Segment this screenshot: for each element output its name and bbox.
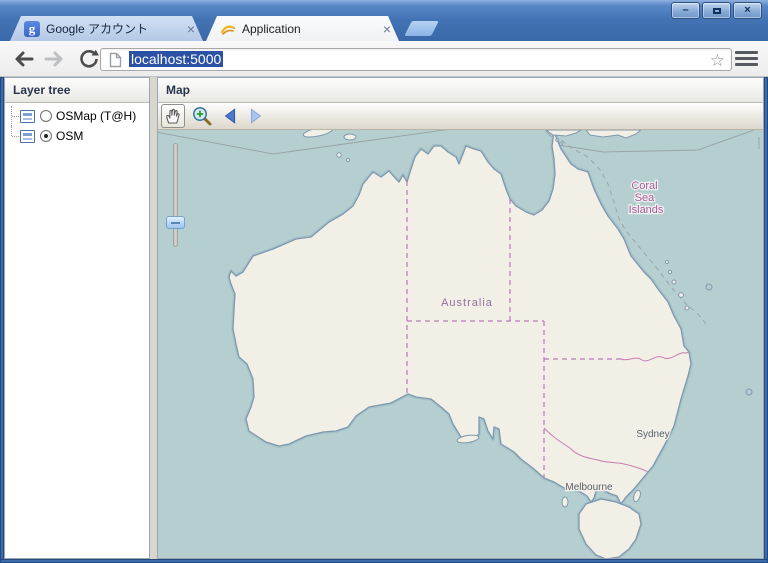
magnifier-plus-icon bbox=[191, 105, 213, 127]
map-title: Map bbox=[166, 83, 190, 97]
layer-tree-header: Layer tree bbox=[5, 78, 149, 103]
tree-elbow bbox=[5, 106, 20, 126]
pan-tool-button[interactable] bbox=[161, 104, 185, 128]
tab-close-icon[interactable]: × bbox=[187, 22, 195, 36]
menu-icon[interactable] bbox=[735, 51, 758, 67]
bookmark-star-icon[interactable]: ☆ bbox=[710, 49, 725, 72]
map-history-back-button[interactable] bbox=[219, 104, 243, 128]
tabs: g Google アカウント × Application × bbox=[10, 16, 402, 41]
window-border-bottom bbox=[0, 559, 768, 563]
minimize-button[interactable]: – bbox=[671, 2, 700, 19]
close-button[interactable]: × bbox=[733, 2, 762, 19]
radio-osm[interactable] bbox=[40, 130, 52, 142]
forward-icon[interactable] bbox=[42, 48, 68, 70]
radio-osmap[interactable] bbox=[40, 110, 52, 122]
map-canvas[interactable]: Australia Coral Sea Islands Sydney Melbo… bbox=[158, 130, 763, 558]
url-text[interactable]: localhost:5000 bbox=[129, 51, 223, 67]
maximize-button[interactable] bbox=[702, 2, 731, 19]
tab-title: Application bbox=[242, 22, 377, 36]
page-icon bbox=[109, 52, 122, 73]
zoom-in-tool-button[interactable] bbox=[190, 104, 214, 128]
browser-toolbar: localhost:5000 ☆ bbox=[0, 41, 768, 77]
map-header: Map bbox=[158, 78, 763, 103]
tab-strip: – × g Google アカウント × Application × bbox=[0, 0, 768, 41]
map-panel: Map bbox=[157, 77, 764, 559]
tab-close-icon[interactable]: × bbox=[383, 22, 391, 36]
layer-item-osmap[interactable]: OSMap (T@H) bbox=[5, 106, 149, 126]
back-icon[interactable] bbox=[10, 48, 36, 70]
reload-icon[interactable] bbox=[76, 48, 102, 70]
hand-icon bbox=[164, 107, 182, 125]
layer-tree-panel: Layer tree OSMap (T@H) OSM bbox=[4, 77, 150, 559]
zoom-slider-thumb[interactable] bbox=[166, 216, 185, 229]
country-label: Australia bbox=[441, 297, 493, 309]
tab-title: Google アカウント bbox=[46, 20, 181, 37]
map-toolbar bbox=[158, 103, 763, 130]
layer-tree-title: Layer tree bbox=[13, 83, 70, 97]
window-controls: – × bbox=[669, 2, 762, 19]
layer-item-osm[interactable]: OSM bbox=[5, 126, 149, 146]
tab-application[interactable]: Application × bbox=[206, 16, 399, 41]
google-g-icon: g bbox=[24, 21, 40, 37]
tab-google-account[interactable]: g Google アカウント × bbox=[10, 16, 203, 41]
address-bar[interactable]: localhost:5000 ☆ bbox=[100, 48, 732, 71]
layer-icon bbox=[20, 130, 35, 143]
arrow-right-icon bbox=[245, 106, 265, 126]
layer-label: OSM bbox=[56, 129, 83, 143]
maximize-icon bbox=[713, 8, 721, 14]
melbourne-label: Melbourne bbox=[565, 482, 613, 493]
url-selected-text: localhost:5000 bbox=[129, 51, 223, 67]
new-tab-button[interactable] bbox=[404, 21, 439, 36]
layer-icon bbox=[20, 110, 35, 123]
arrow-left-icon bbox=[221, 106, 241, 126]
tree-elbow bbox=[5, 126, 20, 146]
panel-splitter[interactable] bbox=[150, 77, 157, 559]
map-history-forward-button[interactable] bbox=[243, 104, 267, 128]
layer-label: OSMap (T@H) bbox=[56, 109, 136, 123]
window-border-right bbox=[764, 77, 768, 563]
browser-window: – × g Google アカウント × Application × bbox=[0, 0, 768, 563]
app-swoosh-icon bbox=[220, 21, 236, 37]
zoom-slider-track[interactable] bbox=[173, 143, 178, 247]
layer-tree: OSMap (T@H) OSM bbox=[5, 103, 149, 146]
map-svg: Australia Coral Sea Islands Sydney Melbo… bbox=[158, 130, 763, 558]
sydney-label: Sydney bbox=[636, 429, 669, 440]
